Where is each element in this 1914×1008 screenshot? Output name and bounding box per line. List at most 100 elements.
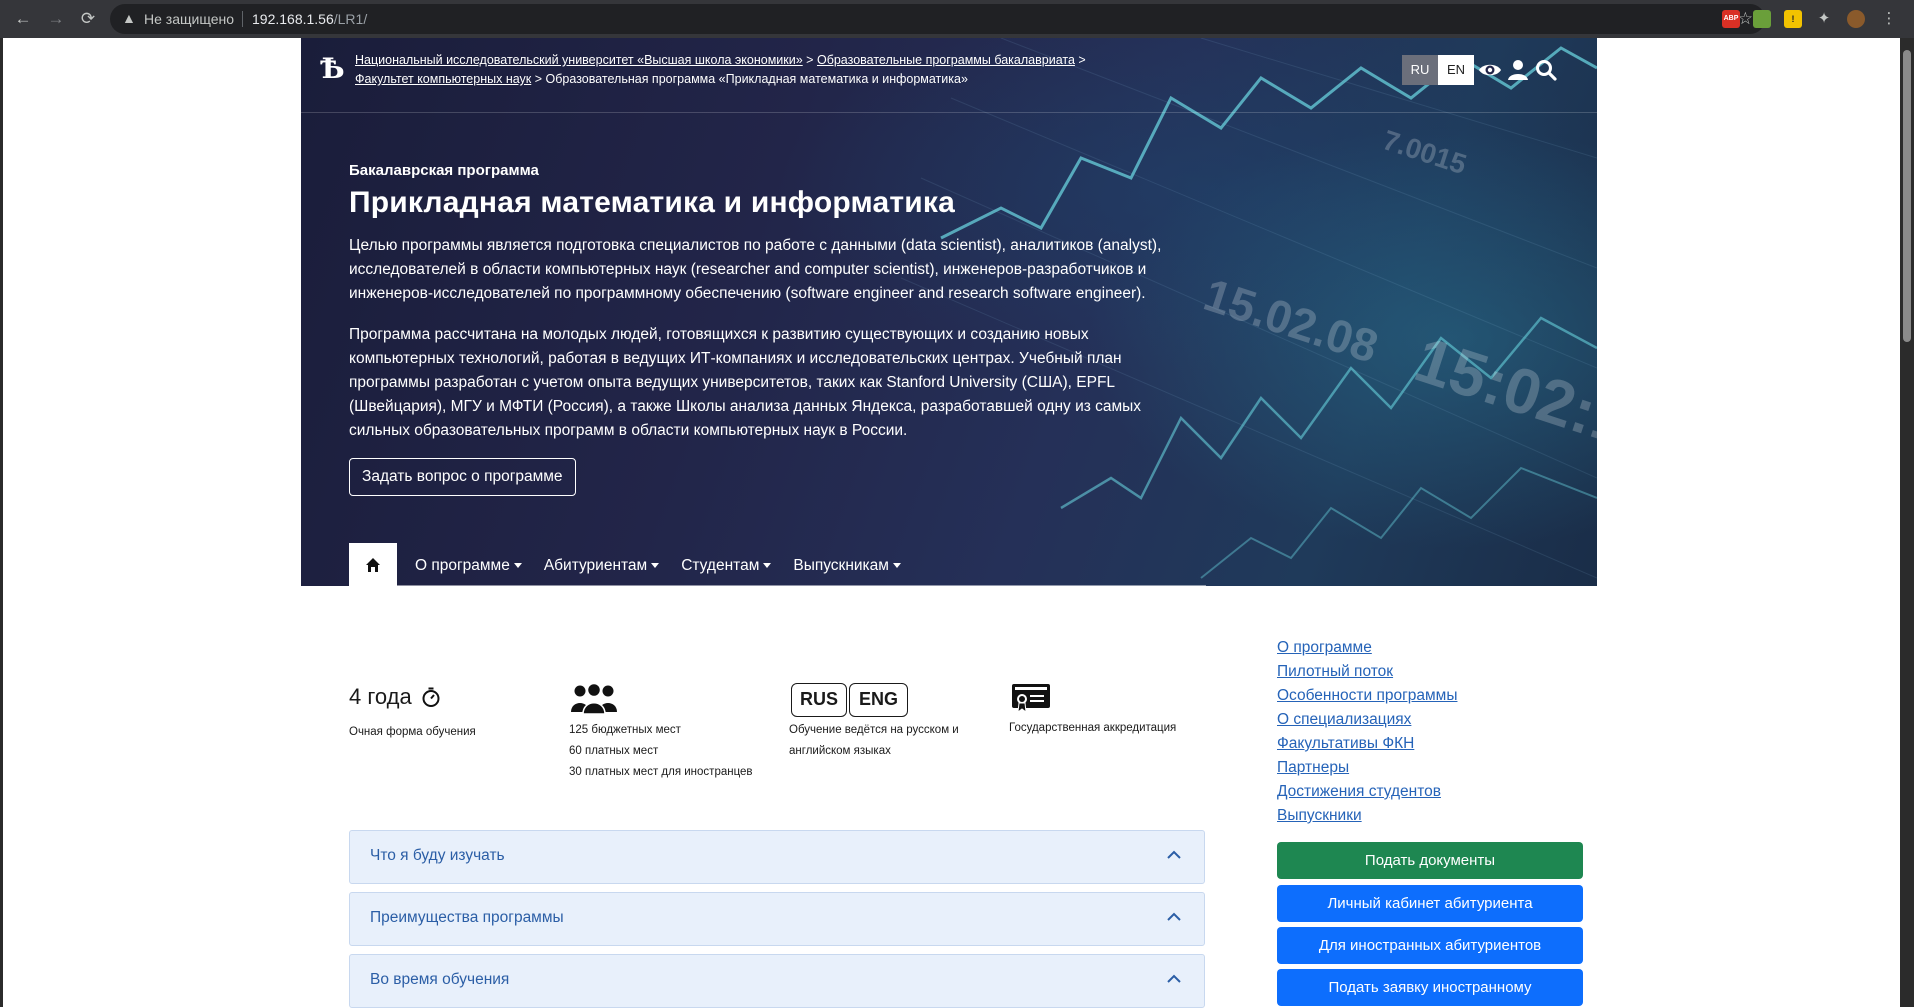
page-title: Прикладная математика и информатика (349, 186, 956, 219)
lang-ru-button[interactable]: RU (1402, 55, 1438, 85)
caret-down-icon (651, 563, 660, 569)
tab-graduates-label: Выпускникам (793, 557, 889, 574)
chevron-up-icon (1167, 850, 1181, 859)
foreign-applicants-button[interactable]: Для иностранных абитуриентов (1277, 927, 1583, 964)
bookmark-star-icon[interactable]: ☆ (1738, 9, 1753, 29)
breadcrumb: Национальный исследовательский университ… (355, 51, 1135, 89)
accreditation-caption: Государственная аккредитация (1009, 722, 1177, 734)
chevron-up-icon (1167, 912, 1181, 921)
breadcrumb-separator: > (534, 72, 543, 86)
eye-icon[interactable] (1478, 58, 1502, 82)
insecure-label: Не защищено (144, 11, 234, 27)
breadcrumb-separator: > (806, 53, 814, 67)
extension-icon[interactable] (1753, 10, 1771, 28)
search-icon[interactable] (1534, 58, 1558, 82)
language-caption: Обучение ведётся на русском и английском… (789, 720, 959, 762)
tab-about-label: О программе (415, 557, 510, 574)
rus-badge: RUS (791, 683, 847, 717)
stopwatch-icon (422, 687, 440, 707)
breadcrumb-current: Образовательная программа «Прикладная ма… (545, 72, 968, 86)
tab-students[interactable]: Студентам (681, 543, 772, 586)
people-icon (571, 682, 617, 715)
program-level: Бакалаврская программа (349, 162, 539, 179)
accordion-what-to-study[interactable]: Что я буду изучать (349, 830, 1205, 884)
window-edge (0, 38, 3, 1007)
tab-home[interactable] (349, 543, 397, 586)
menu-icon[interactable]: ⋮ (1880, 10, 1898, 28)
accordion-during-study[interactable]: Во время обучения (349, 954, 1205, 1008)
sidebar-link-electives[interactable]: Факультативы ФКН (1277, 732, 1457, 756)
language-caption-line2: английском языках (789, 745, 891, 757)
address-bar[interactable]: ▲ Не защищено 192.168.1.56/LR1/ ☆ (110, 4, 1765, 34)
user-icon[interactable] (1506, 58, 1530, 82)
hse-logo-icon[interactable]: Ѣ (320, 54, 345, 84)
lang-en-button[interactable]: EN (1438, 55, 1474, 85)
svg-text:15:02:10: 15:02:10 (1407, 323, 1597, 471)
puzzle-icon[interactable]: ✦ (1815, 10, 1833, 28)
home-icon (366, 557, 380, 572)
paid-places: 60 платных мест (569, 745, 659, 757)
adblock-badge: ABP (1723, 15, 1739, 22)
program-nav: О программе Абитуриентам Студентам Выпус… (349, 543, 905, 586)
warning-icon: ▲ (122, 10, 136, 26)
profile-avatar[interactable] (1847, 10, 1865, 28)
scrollbar-thumb[interactable] (1903, 50, 1911, 342)
sidebar-link-about[interactable]: О программе (1277, 636, 1457, 660)
stock-chart-background: 15.02.08 15:02:10 7.0015 (900, 38, 1597, 579)
breadcrumb-link-university[interactable]: Национальный исследовательский университ… (355, 53, 803, 67)
budget-places: 125 бюджетных мест (569, 724, 681, 736)
language-caption-line1: Обучение ведётся на русском и (789, 724, 959, 736)
caret-down-icon (892, 563, 901, 569)
breadcrumb-separator: > (1078, 53, 1086, 67)
duration-value: 4 года (349, 684, 442, 710)
back-icon[interactable]: ← (13, 9, 33, 29)
accordion-advantages[interactable]: Преимущества программы (349, 892, 1205, 946)
tab-graduates[interactable]: Выпускникам (793, 543, 901, 586)
foreign-places: 30 платных мест для иностранцев (569, 766, 753, 778)
tab-about[interactable]: О программе (415, 543, 522, 586)
sidebar-nav: О программе Пилотный поток Особенности п… (1277, 636, 1457, 828)
omnibox-divider (242, 11, 243, 27)
accordion-title: Преимущества программы (370, 909, 564, 926)
foreign-application-button[interactable]: Подать заявку иностранному (1277, 969, 1583, 1006)
sidebar-link-pilot[interactable]: Пилотный поток (1277, 660, 1457, 684)
certificate-icon (1012, 684, 1050, 713)
program-description-text: Программа рассчитана на молодых людей, г… (349, 326, 1142, 439)
caret-down-icon (763, 563, 772, 569)
sidebar-link-partners[interactable]: Партнеры (1277, 756, 1457, 780)
header-divider (301, 112, 1597, 113)
nav-underline (349, 585, 1206, 586)
tab-applicants[interactable]: Абитуриентам (543, 543, 660, 586)
sidebar-link-specializations[interactable]: О специализациях (1277, 708, 1457, 732)
accordion-title: Что я буду изучать (370, 847, 505, 864)
caret-down-icon (513, 563, 522, 569)
reload-icon[interactable]: ⟳ (78, 9, 98, 29)
applicant-account-button[interactable]: Личный кабинет абитуриента (1277, 885, 1583, 922)
scrollbar[interactable] (1900, 38, 1914, 1007)
url-text[interactable]: 192.168.1.56/LR1/ (252, 11, 367, 27)
duration-text: 4 года (349, 684, 412, 709)
ask-question-button[interactable]: Задать вопрос о программе (349, 458, 576, 496)
svg-text:15.02.08: 15.02.08 (1198, 268, 1384, 373)
eng-badge: ENG (849, 683, 908, 717)
program-goal-text: Целью программы является подготовка спец… (349, 237, 1162, 302)
accordion-title: Во время обучения (370, 971, 510, 988)
submit-documents-button[interactable]: Подать документы (1277, 842, 1583, 879)
browser-toolbar: ← → ⟳ ▲ Не защищено 192.168.1.56/LR1/ ☆ … (0, 0, 1914, 38)
tab-applicants-label: Абитуриентам (543, 557, 648, 574)
forward-icon[interactable]: → (46, 9, 66, 29)
svg-text:7.0015: 7.0015 (1379, 124, 1470, 180)
hero-banner: 15.02.08 15:02:10 7.0015 Ѣ Национальный … (301, 38, 1597, 586)
url-path: /LR1/ (333, 11, 368, 27)
extension-icon[interactable]: ! (1784, 10, 1802, 28)
sidebar-link-achievements[interactable]: Достижения студентов (1277, 780, 1457, 804)
url-host: 192.168.1.56 (252, 11, 334, 27)
places-caption: 125 бюджетных мест 60 платных мест 30 пл… (569, 720, 753, 783)
adblock-extension-icon[interactable]: ABP (1722, 10, 1740, 28)
sidebar-link-alumni[interactable]: Выпускники (1277, 804, 1457, 828)
tab-students-label: Студентам (681, 557, 760, 574)
breadcrumb-link-faculty[interactable]: Факультет компьютерных наук (355, 72, 531, 86)
chevron-up-icon (1167, 974, 1181, 983)
sidebar-link-features[interactable]: Особенности программы (1277, 684, 1457, 708)
breadcrumb-link-bachelor-programs[interactable]: Образовательные программы бакалавриата (817, 53, 1075, 67)
